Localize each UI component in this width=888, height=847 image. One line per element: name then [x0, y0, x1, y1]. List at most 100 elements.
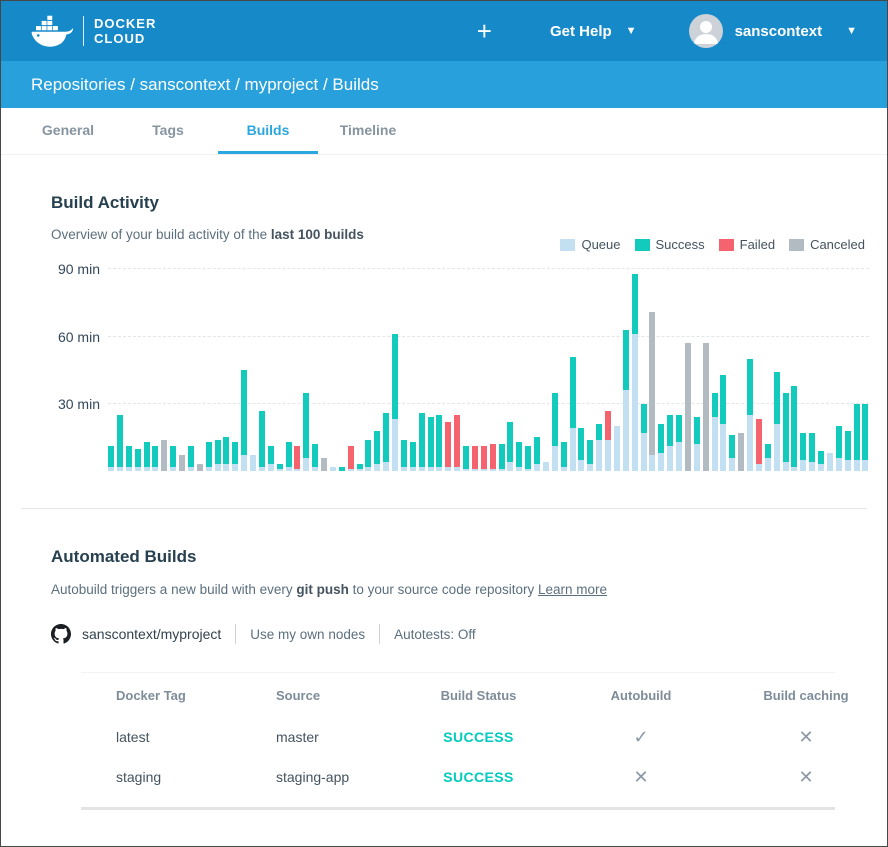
build-bar-success[interactable]: [206, 442, 212, 471]
build-bar-success[interactable]: [463, 446, 469, 471]
build-bar-success[interactable]: [765, 444, 771, 471]
get-help-menu[interactable]: Get Help ▼: [550, 23, 637, 40]
build-bar-success[interactable]: [126, 446, 132, 471]
build-bar-success[interactable]: [144, 442, 150, 471]
tab-timeline[interactable]: Timeline: [318, 108, 418, 154]
build-bar-success[interactable]: [552, 393, 558, 471]
build-bar-success[interactable]: [561, 442, 567, 471]
build-bar-success[interactable]: [286, 442, 292, 471]
queue-segment: [481, 469, 487, 471]
build-bar-success[interactable]: [241, 370, 247, 471]
build-bar-failed[interactable]: [294, 446, 300, 471]
build-bar-success[interactable]: [303, 393, 309, 471]
build-bar-failed[interactable]: [756, 419, 762, 471]
build-bar-success[interactable]: [534, 437, 540, 471]
build-bar-queue[interactable]: [827, 453, 833, 471]
build-bar-success[interactable]: [268, 446, 274, 471]
build-bar-success[interactable]: [108, 446, 114, 471]
build-bar-success[interactable]: [374, 431, 380, 471]
build-bar-canceled[interactable]: [321, 458, 327, 471]
build-bar-success[interactable]: [516, 442, 522, 471]
build-bar-success[interactable]: [170, 446, 176, 471]
build-bar-success[interactable]: [357, 464, 363, 471]
build-bar-success[interactable]: [117, 415, 123, 471]
build-bar-failed[interactable]: [605, 411, 611, 471]
tab-general[interactable]: General: [18, 108, 118, 154]
build-bar-canceled[interactable]: [703, 343, 709, 471]
build-bar-success[interactable]: [623, 330, 629, 471]
build-bar-success[interactable]: [312, 444, 318, 471]
build-bar-success[interactable]: [507, 422, 513, 471]
build-bar-failed[interactable]: [348, 446, 354, 471]
build-bar-success[interactable]: [587, 440, 593, 471]
build-bar-canceled[interactable]: [685, 343, 691, 471]
build-bar-success[interactable]: [570, 357, 576, 471]
build-status-link[interactable]: SUCCESS: [406, 729, 551, 745]
build-bar-success[interactable]: [135, 449, 141, 471]
build-bar-canceled[interactable]: [197, 464, 203, 471]
build-bar-success[interactable]: [383, 413, 389, 471]
build-bar-failed[interactable]: [490, 444, 496, 471]
build-bar-success[interactable]: [277, 464, 283, 471]
repo-name-link[interactable]: sanscontext/myproject: [82, 626, 221, 642]
build-bar-success[interactable]: [259, 411, 265, 471]
build-bar-success[interactable]: [365, 440, 371, 471]
build-bar-success[interactable]: [632, 274, 638, 471]
build-bar-success[interactable]: [641, 404, 647, 471]
build-bar-failed[interactable]: [472, 446, 478, 471]
build-status-link[interactable]: SUCCESS: [406, 769, 551, 785]
build-bar-success[interactable]: [596, 424, 602, 471]
build-bar-success[interactable]: [410, 442, 416, 471]
tab-tags[interactable]: Tags: [118, 108, 218, 154]
build-bar-success[interactable]: [188, 446, 194, 471]
build-bar-success[interactable]: [499, 444, 505, 471]
build-bar-success[interactable]: [783, 393, 789, 471]
build-bar-success[interactable]: [658, 424, 664, 471]
build-bar-canceled[interactable]: [179, 455, 185, 471]
build-bar-canceled[interactable]: [738, 433, 744, 471]
build-bar-success[interactable]: [809, 433, 815, 471]
build-bar-success[interactable]: [818, 451, 824, 471]
build-bar-success[interactable]: [436, 415, 442, 471]
build-bar-success[interactable]: [578, 428, 584, 471]
build-bar-success[interactable]: [791, 386, 797, 471]
build-bar-queue[interactable]: [543, 462, 549, 471]
docker-cloud-logo[interactable]: DOCKER CLOUD: [31, 15, 156, 47]
build-bar-success[interactable]: [712, 393, 718, 471]
build-bar-success[interactable]: [392, 334, 398, 471]
build-bar-failed[interactable]: [454, 415, 460, 471]
create-plus-icon[interactable]: +: [477, 18, 492, 44]
build-bar-success[interactable]: [223, 437, 229, 471]
build-bar-success[interactable]: [339, 467, 345, 471]
build-bar-success[interactable]: [747, 359, 753, 471]
build-bar-failed[interactable]: [445, 422, 451, 471]
breadcrumb[interactable]: Repositories / sanscontext / myproject /…: [31, 75, 379, 95]
learn-more-link[interactable]: Learn more: [538, 582, 607, 597]
build-bar-success[interactable]: [419, 413, 425, 471]
build-bar-queue[interactable]: [330, 467, 336, 471]
build-bar-success[interactable]: [428, 417, 434, 471]
build-bar-failed[interactable]: [481, 446, 487, 471]
build-bar-success[interactable]: [729, 435, 735, 471]
build-bar-success[interactable]: [401, 440, 407, 471]
build-bar-success[interactable]: [854, 404, 860, 471]
build-bar-canceled[interactable]: [649, 312, 655, 471]
build-bar-success[interactable]: [525, 446, 531, 471]
build-bar-queue[interactable]: [250, 455, 256, 471]
build-bar-success[interactable]: [152, 446, 158, 471]
user-menu[interactable]: sanscontext ▼: [689, 14, 857, 48]
tab-builds[interactable]: Builds: [218, 108, 318, 154]
build-bar-success[interactable]: [720, 375, 726, 471]
build-bar-canceled[interactable]: [161, 440, 167, 471]
build-bar-success[interactable]: [667, 415, 673, 471]
build-bar-success[interactable]: [694, 417, 700, 471]
build-bar-queue[interactable]: [614, 426, 620, 471]
build-bar-success[interactable]: [836, 426, 842, 471]
build-bar-success[interactable]: [845, 431, 851, 471]
build-bar-success[interactable]: [676, 415, 682, 471]
build-bar-success[interactable]: [215, 440, 221, 471]
build-bar-success[interactable]: [232, 442, 238, 471]
build-bar-success[interactable]: [774, 372, 780, 471]
build-bar-success[interactable]: [862, 404, 868, 471]
build-bar-success[interactable]: [800, 433, 806, 471]
